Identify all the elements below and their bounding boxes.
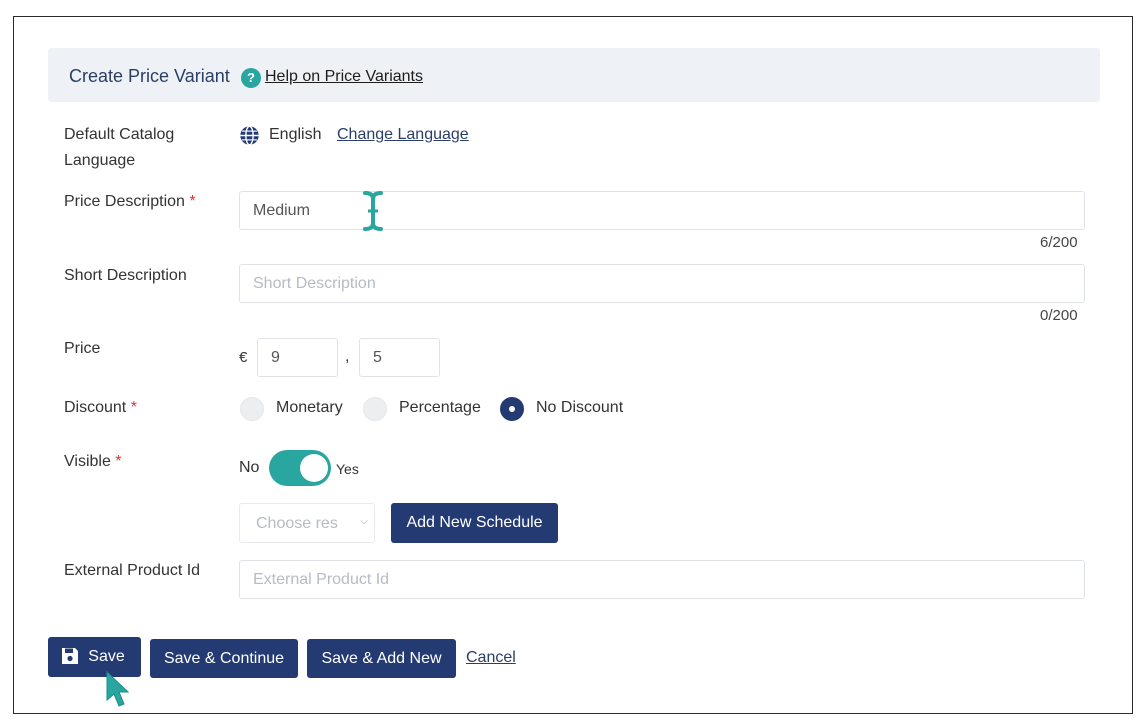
page-title: Create Price Variant [69,66,230,86]
external-id-label: External Product Id [64,562,201,579]
required-mark: * [115,453,122,470]
mouse-pointer-icon [106,670,130,707]
question-icon[interactable]: ? [241,68,261,88]
cancel-link[interactable]: Cancel [466,649,516,667]
schedule-select[interactable]: Choose res ⌵ [239,503,375,543]
short-description-counter: 0/200 [1040,307,1078,324]
save-add-new-button[interactable]: Save & Add New [307,639,456,678]
chevron-down-icon: ⌵ [360,516,368,527]
toggle-off-label: No [239,459,260,476]
short-description-label: Short Description [64,267,187,284]
currency-symbol: € [239,349,248,366]
decimal-separator: , [345,348,350,365]
globe-icon [240,125,259,146]
discount-radio-monetary[interactable] [240,397,264,421]
floppy-disk-icon [62,648,78,664]
price-description-counter: 6/200 [1040,234,1078,251]
price-description-label: Price Description * [64,193,196,210]
text-cursor-icon [363,191,383,231]
save-continue-button[interactable]: Save & Continue [150,639,298,678]
toggle-knob [300,454,328,482]
discount-option-percentage[interactable]: Percentage [399,399,481,417]
discount-option-monetary[interactable]: Monetary [276,399,343,417]
form-header: Create Price Variant ? Help on Price Var… [48,48,1100,102]
required-mark: * [189,193,196,210]
language-value: English [269,126,322,143]
price-whole-input[interactable] [257,338,338,377]
discount-label: Discount * [64,399,137,416]
save-label: Save [88,648,125,665]
price-label: Price [64,340,101,357]
language-label: Default Catalog Language [64,126,175,169]
discount-option-no-discount[interactable]: No Discount [536,399,623,417]
visible-label: Visible * [64,453,122,470]
dialog-frame [13,16,1133,714]
discount-radio-percentage[interactable] [363,397,387,421]
toggle-on-label: Yes [336,461,359,477]
visible-toggle[interactable] [269,450,331,486]
schedule-select-value: Choose res [256,515,338,532]
external-id-input[interactable] [239,560,1085,599]
help-link[interactable]: Help on Price Variants [265,68,423,86]
price-decimal-input[interactable] [359,338,440,377]
add-new-schedule-button[interactable]: Add New Schedule [391,503,558,543]
short-description-input[interactable] [239,264,1085,303]
discount-radio-no-discount[interactable] [500,397,524,421]
required-mark: * [130,399,137,416]
change-language-link[interactable]: Change Language [337,126,469,144]
